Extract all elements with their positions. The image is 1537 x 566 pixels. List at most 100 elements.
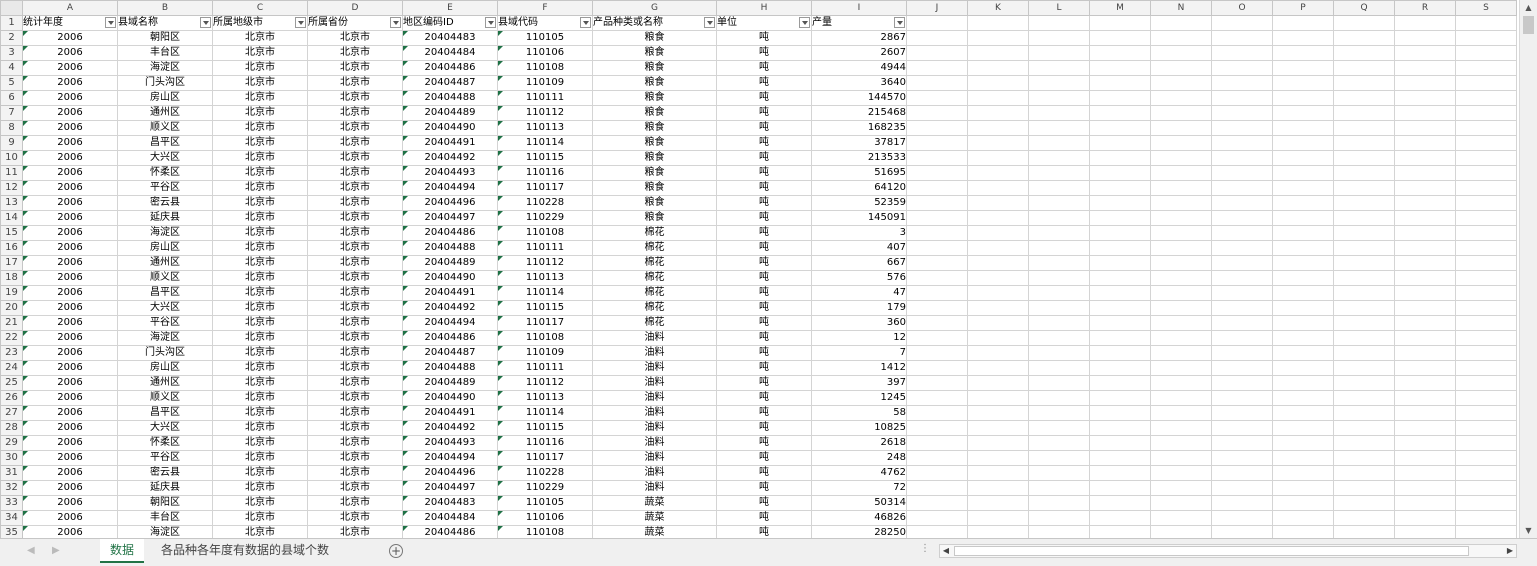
- cell[interactable]: 北京市: [307, 495, 403, 511]
- cell[interactable]: 2006: [22, 390, 118, 406]
- cell[interactable]: 397: [811, 375, 907, 391]
- header-cell[interactable]: 县域名称: [117, 15, 213, 31]
- empty-cell[interactable]: [1211, 240, 1273, 256]
- empty-cell[interactable]: [1211, 105, 1273, 121]
- empty-cell[interactable]: [1394, 210, 1456, 226]
- filter-dropdown-icon[interactable]: [580, 17, 591, 28]
- cell[interactable]: 昌平区: [117, 135, 213, 151]
- empty-cell[interactable]: [1089, 435, 1151, 451]
- cell[interactable]: 北京市: [212, 300, 308, 316]
- column-header[interactable]: B: [117, 0, 213, 16]
- empty-cell[interactable]: [1211, 510, 1273, 526]
- cell[interactable]: 2006: [22, 240, 118, 256]
- cell[interactable]: 吨: [716, 75, 812, 91]
- row-number[interactable]: 13: [0, 195, 23, 211]
- empty-cell[interactable]: [1028, 75, 1090, 91]
- empty-cell[interactable]: [906, 15, 968, 31]
- empty-cell[interactable]: [906, 315, 968, 331]
- empty-cell[interactable]: [1150, 135, 1212, 151]
- cell[interactable]: 平谷区: [117, 180, 213, 196]
- empty-cell[interactable]: [1089, 525, 1151, 538]
- cell[interactable]: 20404493: [402, 435, 498, 451]
- cell[interactable]: 20404489: [402, 375, 498, 391]
- empty-cell[interactable]: [1272, 135, 1334, 151]
- empty-cell[interactable]: [1394, 300, 1456, 316]
- empty-cell[interactable]: [1394, 105, 1456, 121]
- empty-cell[interactable]: [1272, 360, 1334, 376]
- column-header[interactable]: M: [1089, 0, 1151, 16]
- up-arrow-icon[interactable]: ▲: [1522, 1, 1535, 14]
- cell[interactable]: 北京市: [307, 510, 403, 526]
- cell[interactable]: 110112: [497, 375, 593, 391]
- cell[interactable]: 北京市: [212, 210, 308, 226]
- empty-cell[interactable]: [1333, 465, 1395, 481]
- cell[interactable]: 北京市: [307, 105, 403, 121]
- cell[interactable]: 密云县: [117, 195, 213, 211]
- empty-cell[interactable]: [1394, 285, 1456, 301]
- cell[interactable]: 北京市: [307, 360, 403, 376]
- cell[interactable]: 北京市: [212, 390, 308, 406]
- cell[interactable]: 110115: [497, 420, 593, 436]
- cell[interactable]: 吨: [716, 405, 812, 421]
- empty-cell[interactable]: [1333, 315, 1395, 331]
- cell[interactable]: 110117: [497, 315, 593, 331]
- cell[interactable]: 北京市: [307, 480, 403, 496]
- cell[interactable]: 10825: [811, 420, 907, 436]
- row-number[interactable]: 28: [0, 420, 23, 436]
- cell[interactable]: 吨: [716, 225, 812, 241]
- cell[interactable]: 2006: [22, 315, 118, 331]
- cell[interactable]: 2006: [22, 285, 118, 301]
- cell[interactable]: 吨: [716, 120, 812, 136]
- cell[interactable]: 2006: [22, 210, 118, 226]
- cell[interactable]: 110109: [497, 345, 593, 361]
- header-cell[interactable]: 产品种类或名称: [592, 15, 717, 31]
- sheet-tab[interactable]: 各品种各年度有数据的县域个数: [151, 539, 339, 563]
- empty-cell[interactable]: [967, 375, 1029, 391]
- header-cell[interactable]: 统计年度: [22, 15, 118, 31]
- cell[interactable]: 吨: [716, 105, 812, 121]
- empty-cell[interactable]: [1211, 210, 1273, 226]
- column-header[interactable]: S: [1455, 0, 1517, 16]
- empty-cell[interactable]: [1272, 435, 1334, 451]
- empty-cell[interactable]: [1028, 270, 1090, 286]
- cell[interactable]: 2006: [22, 330, 118, 346]
- cell[interactable]: 北京市: [212, 360, 308, 376]
- empty-cell[interactable]: [1211, 390, 1273, 406]
- horizontal-scroll-thumb[interactable]: [954, 546, 1469, 556]
- cell[interactable]: 北京市: [307, 315, 403, 331]
- row-number[interactable]: 15: [0, 225, 23, 241]
- row-number[interactable]: 17: [0, 255, 23, 271]
- empty-cell[interactable]: [906, 180, 968, 196]
- cell[interactable]: 20404491: [402, 405, 498, 421]
- cell[interactable]: 北京市: [212, 120, 308, 136]
- empty-cell[interactable]: [1089, 510, 1151, 526]
- empty-cell[interactable]: [1150, 525, 1212, 538]
- prev-sheet-icon[interactable]: ◀: [27, 545, 35, 556]
- cell[interactable]: 吨: [716, 135, 812, 151]
- empty-cell[interactable]: [967, 255, 1029, 271]
- empty-cell[interactable]: [967, 480, 1029, 496]
- cell[interactable]: 576: [811, 270, 907, 286]
- cell[interactable]: 北京市: [307, 330, 403, 346]
- empty-cell[interactable]: [906, 120, 968, 136]
- empty-cell[interactable]: [1455, 390, 1517, 406]
- empty-cell[interactable]: [1211, 15, 1273, 31]
- empty-cell[interactable]: [906, 30, 968, 46]
- empty-cell[interactable]: [906, 240, 968, 256]
- cell[interactable]: 通州区: [117, 375, 213, 391]
- cell[interactable]: 油料: [592, 465, 717, 481]
- empty-cell[interactable]: [1333, 285, 1395, 301]
- cell[interactable]: 昌平区: [117, 405, 213, 421]
- cell[interactable]: 110113: [497, 270, 593, 286]
- cell[interactable]: 油料: [592, 375, 717, 391]
- empty-cell[interactable]: [1211, 480, 1273, 496]
- header-cell[interactable]: 地区编码ID: [402, 15, 498, 31]
- empty-cell[interactable]: [967, 15, 1029, 31]
- cell[interactable]: 20404486: [402, 225, 498, 241]
- cell[interactable]: 吨: [716, 270, 812, 286]
- empty-cell[interactable]: [1211, 180, 1273, 196]
- cell[interactable]: 2006: [22, 255, 118, 271]
- cell[interactable]: 油料: [592, 405, 717, 421]
- empty-cell[interactable]: [1089, 90, 1151, 106]
- empty-cell[interactable]: [1028, 375, 1090, 391]
